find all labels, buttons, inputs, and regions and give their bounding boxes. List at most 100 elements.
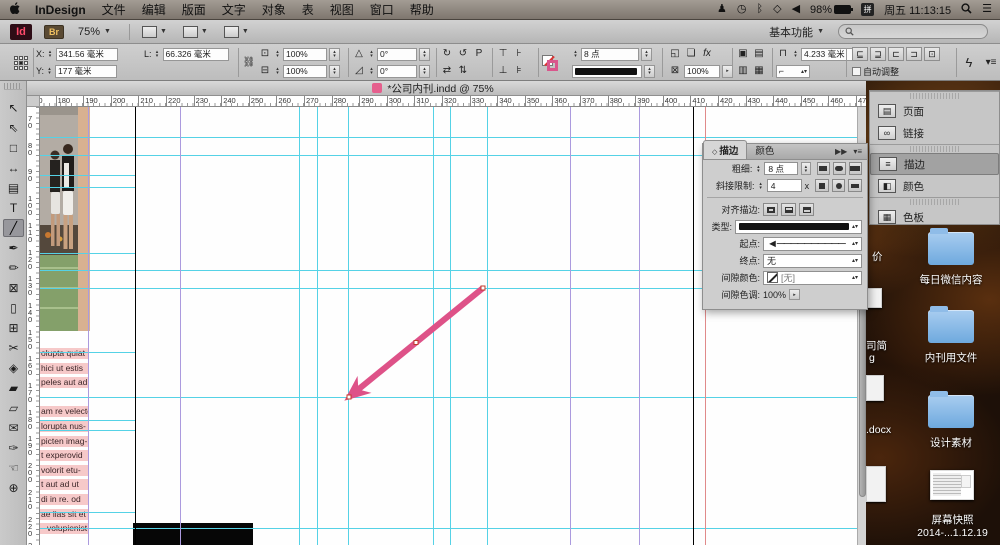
page-tool[interactable]: □ — [3, 139, 24, 157]
content-collector-tool[interactable]: ▤ — [3, 179, 24, 197]
desktop-screenshot-label[interactable]: 屏幕快照 — [895, 512, 1000, 527]
effects-fx-icon[interactable]: fx — [700, 49, 714, 59]
menu-item-8[interactable]: 帮助 — [410, 3, 434, 17]
desktop-partial-file-icon[interactable] — [866, 375, 884, 401]
cap-butt-button[interactable] — [817, 162, 830, 175]
menu-item-0[interactable]: 文件 — [102, 3, 126, 17]
menu-item-7[interactable]: 窗口 — [370, 3, 394, 17]
align-outside-button[interactable] — [799, 203, 814, 216]
desktop-partial-label[interactable]: 司简 — [866, 338, 887, 353]
app-menu-indesign[interactable]: InDesign — [35, 3, 86, 17]
anchor-point[interactable] — [481, 286, 485, 290]
stroke-type-dropdown[interactable]: ▴▾ — [735, 220, 862, 234]
stroke-swatch-pink[interactable] — [547, 60, 558, 71]
line-tool[interactable]: ╱ — [3, 219, 24, 237]
bluetooth-icon[interactable]: ᛒ — [756, 4, 763, 15]
arrange-documents-dropdown[interactable]: ▼ — [224, 26, 249, 38]
gap-color-dropdown[interactable]: [无]▴▾ — [763, 271, 862, 285]
desktop-partial-label[interactable]: 价 — [872, 249, 883, 264]
wrap-shape-icon[interactable]: ▥ — [736, 66, 750, 76]
drop-shadow-icon[interactable]: ❏ — [684, 49, 698, 59]
menu-clock[interactable]: 周五 11:13:15 — [884, 2, 951, 18]
opacity-field[interactable]: 100% — [684, 65, 720, 78]
wrap-bounding-icon[interactable]: ▤ — [752, 49, 766, 59]
stroke-type-dropdown[interactable] — [572, 65, 642, 78]
panel-collapse-icon[interactable]: ▶▶ — [835, 147, 847, 156]
menu-item-6[interactable]: 视图 — [330, 3, 354, 17]
corner-options-icon[interactable]: ◱ — [668, 49, 682, 59]
corner-shape-dropdown[interactable]: ⌐▴▾ — [776, 65, 810, 78]
bridge-button[interactable]: Br — [44, 25, 64, 39]
wrap-none-icon[interactable]: ▣ — [736, 49, 750, 59]
type-tool[interactable]: T — [3, 199, 24, 217]
rotate-cw-icon[interactable]: ↻ — [440, 49, 454, 59]
desktop-folder-label[interactable]: 设计素材 — [893, 435, 1000, 450]
shear-angle-field[interactable]: 0° — [377, 65, 417, 78]
volume-icon[interactable]: ◀ — [792, 4, 800, 15]
desktop-screenshot-icon[interactable] — [930, 470, 974, 500]
arrow-start-dropdown[interactable]: ◄──────────▴▾ — [763, 237, 862, 251]
rectangle-tool[interactable]: ▯ — [3, 299, 24, 317]
document-tab-title[interactable]: *公司内刊.indd @ 75% — [387, 81, 493, 96]
x-position-field[interactable]: 341.56 毫米 — [56, 48, 118, 61]
desktop-folder-icon[interactable] — [928, 395, 974, 428]
anchor-point[interactable] — [347, 395, 351, 399]
fill-stroke-proxy[interactable] — [542, 44, 558, 81]
selection-tool[interactable]: ↖ — [3, 99, 24, 117]
menu-item-1[interactable]: 编辑 — [142, 3, 166, 17]
workspace-switcher[interactable]: 基本功能▼ — [769, 24, 824, 40]
gap-tool[interactable]: ↔ — [3, 159, 24, 177]
pen-tool[interactable]: ✒ — [3, 239, 24, 257]
length-field[interactable]: 66.326 毫米 — [163, 48, 229, 61]
dock-item-0[interactable]: ▤页面 — [870, 100, 999, 122]
panel-menu-icon[interactable]: ▾≡ — [853, 147, 862, 156]
distribute-icon[interactable]: ⊦ — [512, 49, 526, 59]
scale-x-field[interactable]: 100% — [283, 48, 327, 61]
wifi-icon[interactable]: ◇ — [773, 4, 781, 15]
fill-frame-icon[interactable]: ⊏ — [888, 47, 904, 61]
wrap-jump-icon[interactable]: ▦ — [752, 66, 766, 76]
view-options-dropdown[interactable]: ▼ — [142, 26, 167, 38]
desktop-folder-icon[interactable] — [928, 310, 974, 343]
fit-content-icon[interactable]: ⊑ — [852, 47, 868, 61]
cap-round-button[interactable] — [833, 162, 846, 175]
scrollbar-thumb[interactable] — [859, 307, 866, 497]
direct-selection-tool[interactable]: ⇖ — [3, 119, 24, 137]
autofit-checkbox[interactable] — [852, 67, 861, 76]
desktop-partial-file-icon[interactable] — [866, 288, 882, 308]
qq-icon[interactable]: ♟ — [717, 4, 727, 15]
gap-tint-value[interactable]: 100% — [763, 290, 786, 300]
toolbar-grip[interactable] — [4, 83, 22, 90]
fit-prop-icon[interactable]: ⊐ — [906, 47, 922, 61]
join-round-button[interactable] — [832, 179, 846, 192]
join-bevel-button[interactable] — [848, 179, 862, 192]
anchor-point[interactable] — [414, 341, 418, 345]
control-panel-menu-icon[interactable]: ▾≡ — [984, 44, 998, 81]
horizontal-ruler[interactable]: 1701801902002102202302402502602702802903… — [27, 96, 866, 107]
align-center-button[interactable] — [763, 203, 778, 216]
rotate-ccw-icon[interactable]: ↺ — [456, 49, 470, 59]
free-transform-tool[interactable]: ◈ — [3, 359, 24, 377]
clock-icon[interactable]: ◷ — [737, 4, 747, 15]
desktop-partial-label[interactable]: .docx — [866, 424, 891, 436]
hand-tool[interactable]: ☜ — [3, 459, 24, 477]
dock-item-3[interactable]: ◧颜色 — [870, 175, 999, 197]
rectangle-frame-tool[interactable]: ⊠ — [3, 279, 24, 297]
arrow-end-dropdown[interactable]: 无▴▾ — [763, 254, 862, 268]
table-tool[interactable]: ⊞ — [3, 319, 24, 337]
fit-frame-icon[interactable]: ⊒ — [870, 47, 886, 61]
flip-horizontal-icon[interactable]: ⇄ — [440, 66, 454, 76]
spotlight-icon[interactable] — [961, 3, 972, 17]
menu-item-5[interactable]: 表 — [302, 3, 314, 17]
constrain-proportions-toggle[interactable]: ⛓ — [242, 44, 256, 81]
dock-item-4[interactable]: ▦色板 — [870, 206, 999, 228]
join-miter-button[interactable] — [815, 179, 829, 192]
menu-item-3[interactable]: 文字 — [222, 3, 246, 17]
dock-item-2[interactable]: ≡描边 — [870, 153, 999, 175]
zoom-tool[interactable]: ⊕ — [3, 479, 24, 497]
stroke-weight-field[interactable]: 8 点 — [581, 48, 639, 61]
input-method-icon[interactable]: 拼 — [861, 3, 874, 16]
desktop-folder-label[interactable]: 内刊用文件 — [893, 350, 1000, 365]
reference-point-proxy[interactable] — [14, 44, 28, 81]
center-content-icon[interactable]: ⊡ — [924, 47, 940, 61]
